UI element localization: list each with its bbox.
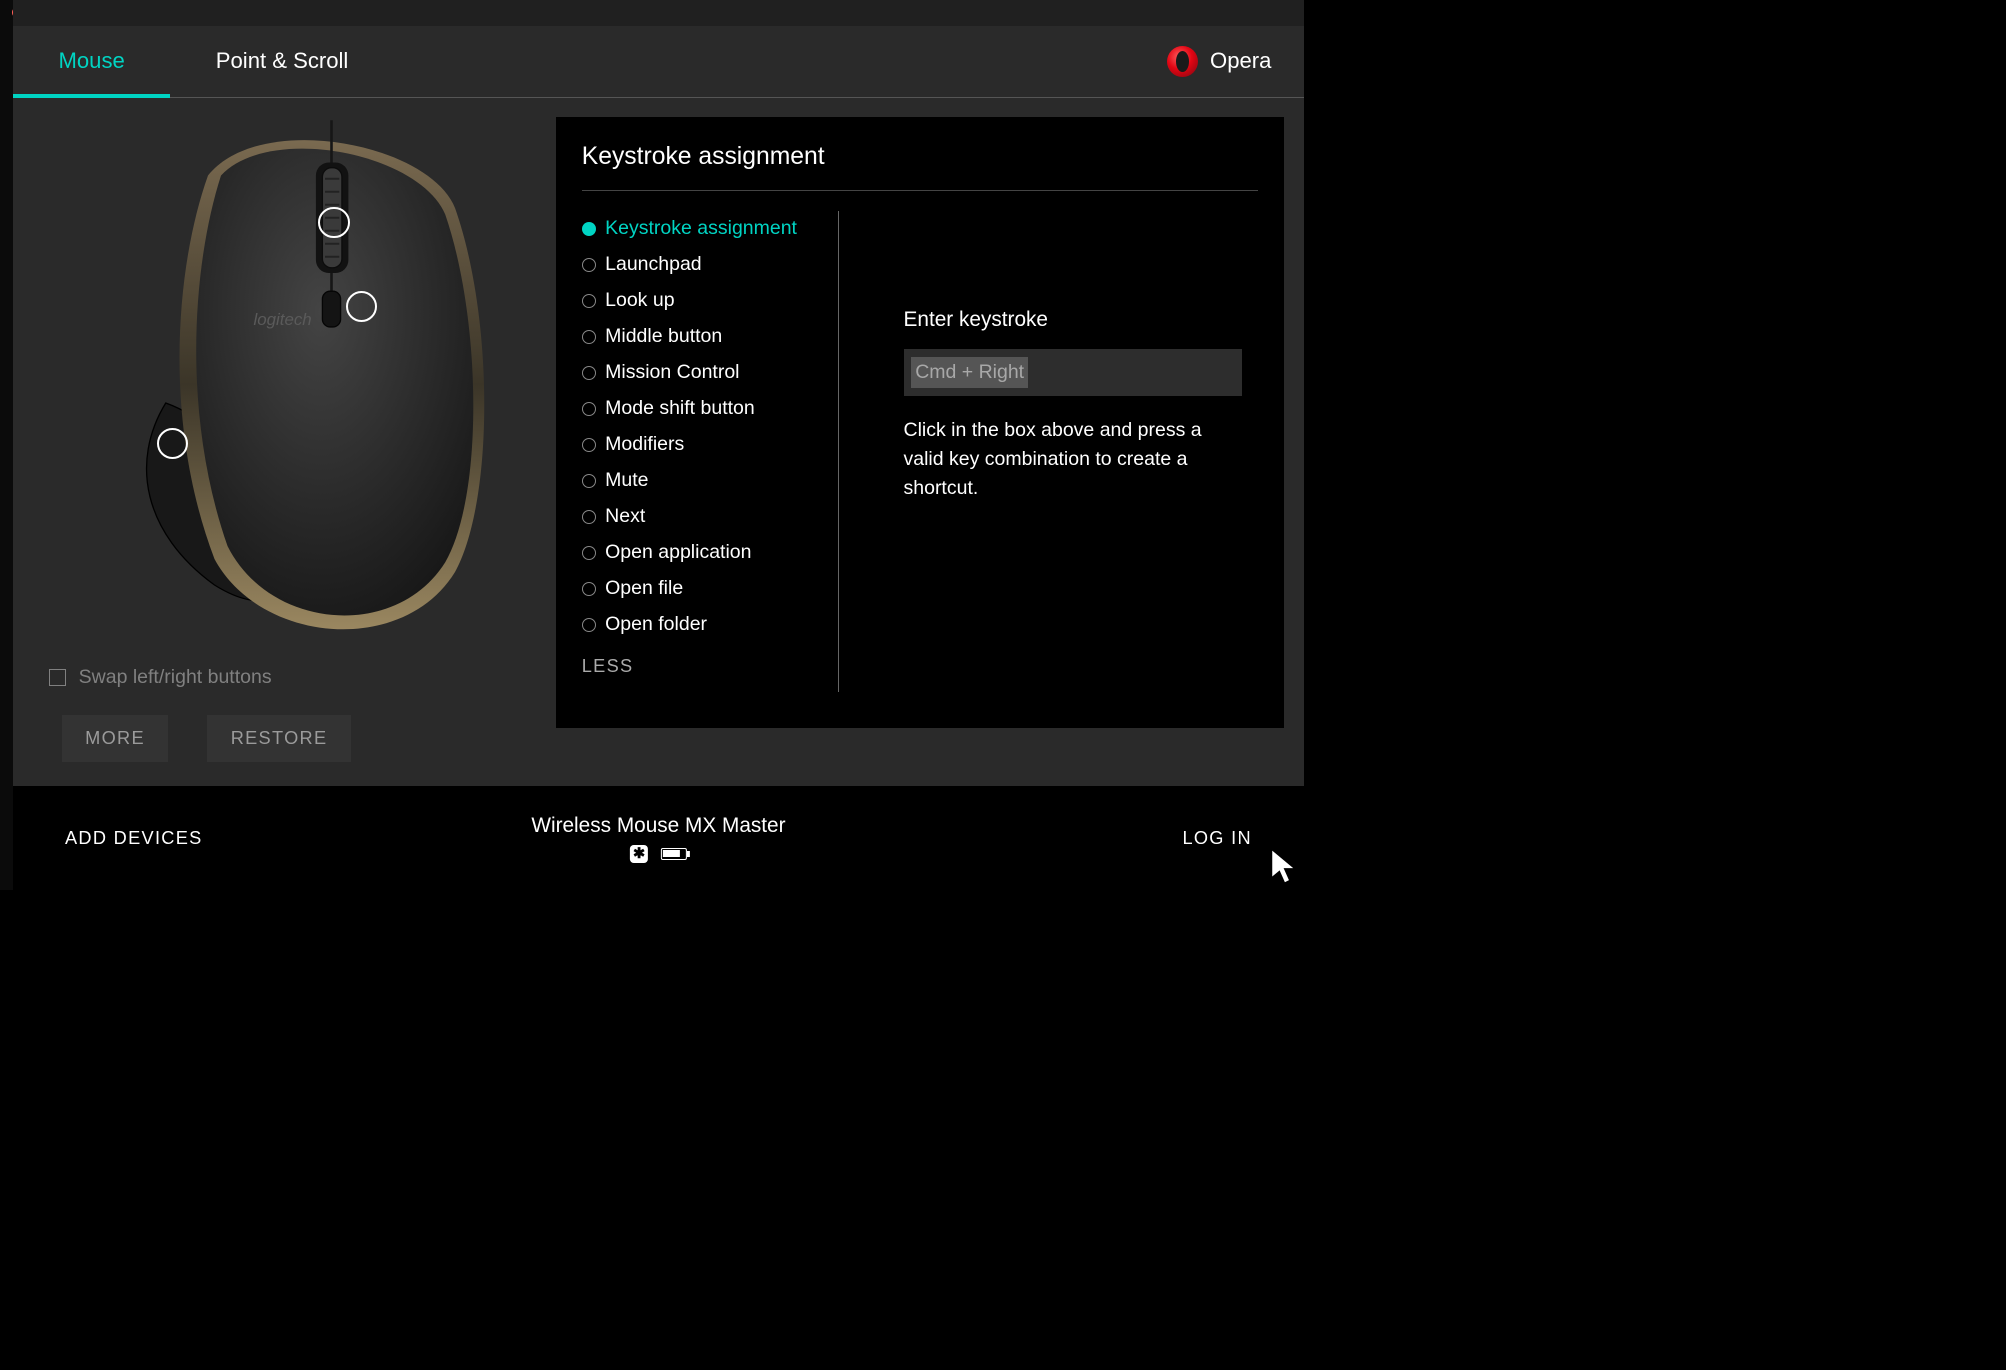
action-buttons: MORE RESTORE (62, 715, 351, 762)
opera-icon (1167, 46, 1198, 77)
radio-icon (582, 474, 596, 488)
device-info[interactable]: Wireless Mouse MX Master ✱ (531, 814, 785, 863)
swap-buttons-row[interactable]: Swap left/right buttons (49, 666, 272, 689)
option-label: Modifiers (605, 433, 684, 456)
app-profile-label: Opera (1210, 48, 1271, 74)
option-label: Middle button (605, 325, 722, 348)
option-label: Launchpad (605, 253, 702, 276)
keystroke-help: Click in the box above and press a valid… (904, 416, 1242, 504)
keystroke-input[interactable]: Cmd + Right (904, 349, 1242, 396)
swap-label: Swap left/right buttons (79, 666, 272, 689)
option-open-folder[interactable]: Open folder (582, 607, 825, 643)
svg-text:logitech: logitech (253, 310, 311, 329)
tab-bar: Mouse Point & Scroll Opera (13, 26, 1304, 98)
config-panel: Keystroke assignment Keystroke assignmen… (556, 117, 1285, 728)
restore-button[interactable]: RESTORE (207, 715, 350, 762)
radio-icon (582, 438, 596, 452)
radio-icon (582, 294, 596, 308)
device-status-icons: ✱ (531, 845, 785, 863)
window-edge (0, 0, 13, 890)
option-label: Mode shift button (605, 397, 755, 420)
app-profile-selector[interactable]: Opera (1167, 46, 1304, 77)
option-label: Mute (605, 469, 648, 492)
option-launchpad[interactable]: Launchpad (582, 247, 825, 283)
option-mission-control[interactable]: Mission Control (582, 355, 825, 391)
option-keystroke-assignment[interactable]: Keystroke assignment (582, 211, 825, 247)
unifying-receiver-icon: ✱ (630, 845, 648, 863)
radio-icon (582, 330, 596, 344)
panel-title: Keystroke assignment (582, 143, 1259, 192)
option-label: Next (605, 505, 645, 528)
mouse-illustration: logitech (130, 117, 507, 650)
option-middle-button[interactable]: Middle button (582, 319, 825, 355)
option-mode-shift-button[interactable]: Mode shift button (582, 391, 825, 427)
options-list: Keystroke assignment Launchpad Look up Midd… (582, 211, 839, 692)
option-label: Open file (605, 577, 683, 600)
option-label: Open folder (605, 613, 707, 636)
more-button[interactable]: MORE (62, 715, 169, 762)
option-open-application[interactable]: Open application (582, 535, 825, 571)
app-window: Mouse Point & Scroll Opera (13, 0, 1304, 890)
device-name: Wireless Mouse MX Master (531, 814, 785, 838)
radio-icon (582, 582, 596, 596)
tab-mouse[interactable]: Mouse (13, 26, 170, 98)
radio-icon (582, 258, 596, 272)
radio-icon (582, 510, 596, 524)
footer-bar: ADD DEVICES Wireless Mouse MX Master ✱ L… (13, 786, 1304, 890)
battery-icon (661, 848, 687, 860)
option-label: Open application (605, 541, 751, 564)
radio-icon (582, 402, 596, 416)
option-label: Keystroke assignment (605, 217, 797, 240)
option-look-up[interactable]: Look up (582, 283, 825, 319)
keystroke-label: Enter keystroke (904, 308, 1259, 332)
cursor-icon (1269, 848, 1299, 887)
keystroke-value: Cmd + Right (911, 357, 1028, 388)
radio-icon (582, 366, 596, 380)
radio-icon (582, 618, 596, 632)
option-modifiers[interactable]: Modifiers (582, 427, 825, 463)
swap-checkbox[interactable] (49, 669, 66, 686)
option-open-file[interactable]: Open file (582, 571, 825, 607)
tab-point-scroll[interactable]: Point & Scroll (170, 26, 394, 98)
mouse-svg: logitech (130, 117, 507, 650)
option-mute[interactable]: Mute (582, 463, 825, 499)
config-column: Enter keystroke Cmd + Right Click in the… (839, 211, 1259, 692)
option-next[interactable]: Next (582, 499, 825, 535)
titlebar (13, 0, 1304, 26)
hotspot-scroll-wheel[interactable] (318, 207, 349, 238)
option-label: Mission Control (605, 361, 739, 384)
login-button[interactable]: LOG IN (1182, 828, 1251, 849)
option-label: Look up (605, 289, 674, 312)
radio-icon (582, 222, 596, 236)
radio-icon (582, 546, 596, 560)
less-toggle[interactable]: LESS (582, 656, 825, 677)
add-devices-button[interactable]: ADD DEVICES (65, 828, 203, 849)
